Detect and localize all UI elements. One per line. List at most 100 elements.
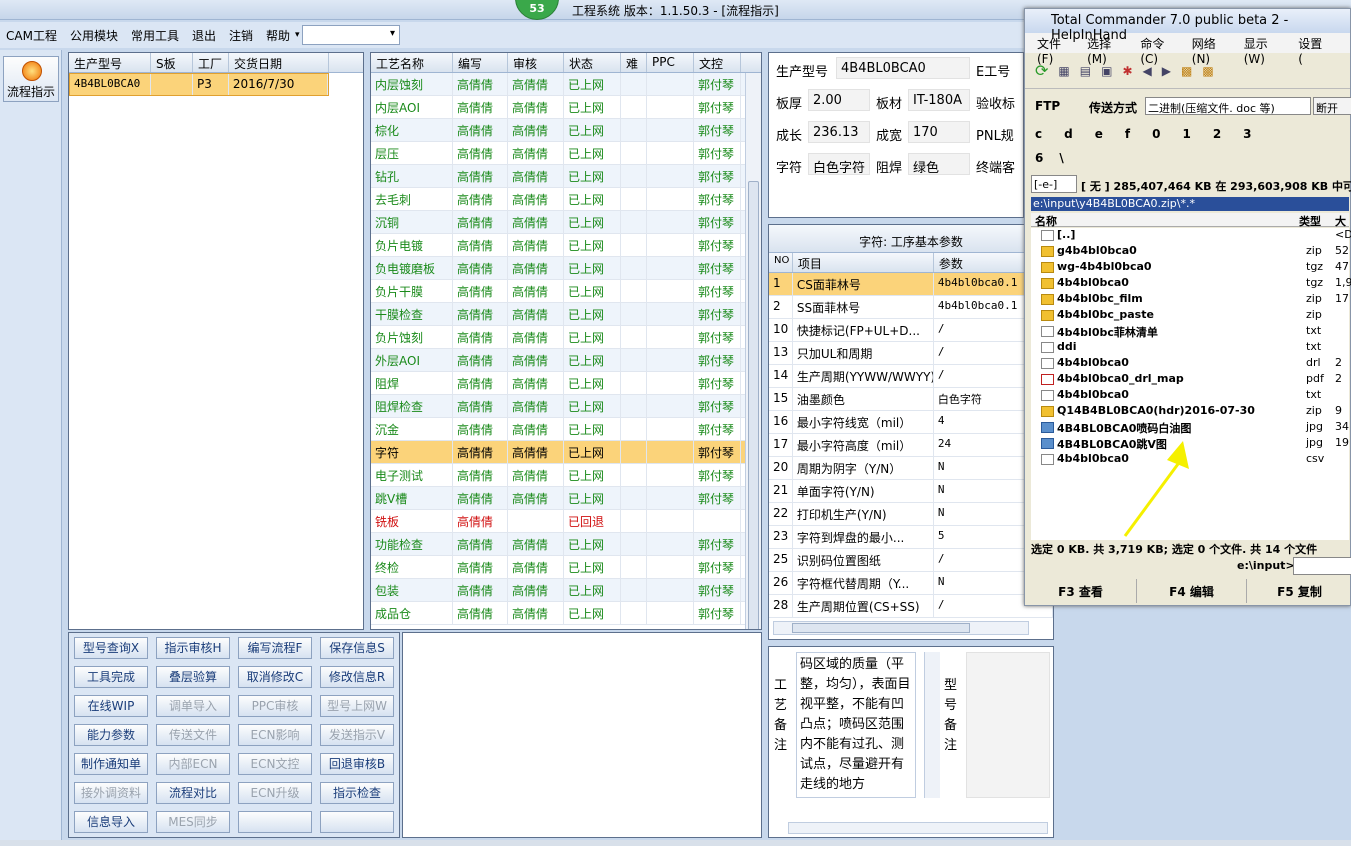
col-factory[interactable]: 工厂	[193, 53, 229, 72]
action-button[interactable]: 发送指示V	[320, 724, 394, 746]
cmd-input[interactable]	[1293, 557, 1351, 575]
action-button[interactable]: 指示检查	[320, 782, 394, 804]
action-button[interactable]: PPC审核	[238, 695, 312, 717]
scroll-thumb[interactable]	[748, 181, 759, 629]
table-row[interactable]: 包装 高倩倩 高倩倩 已上网 郭付琴	[371, 579, 761, 602]
table-row[interactable]: 跳V槽 高倩倩 高倩倩 已上网 郭付琴	[371, 487, 761, 510]
table-row[interactable]: 成品仓 高倩倩 高倩倩 已上网 郭付琴	[371, 602, 761, 625]
action-button[interactable]: 传送文件	[156, 724, 230, 746]
f4-edit-button[interactable]: F4 编辑	[1137, 579, 1247, 603]
action-button[interactable]: 工具完成	[74, 666, 148, 688]
action-button[interactable]	[320, 811, 394, 833]
table-row[interactable]: 13 只加UL和周期 /	[769, 342, 1053, 365]
notes-text[interactable]: 码区域的质量（平整，均匀），表面目视平整，不能有凹凸点；喷码区范围内不能有过孔、…	[796, 652, 916, 798]
table-row[interactable]: 字符 高倩倩 高倩倩 已上网 郭付琴	[371, 441, 761, 464]
action-button[interactable]: ECN影响	[238, 724, 312, 746]
col-ppc[interactable]: PPC	[647, 53, 694, 72]
action-button[interactable]: MES同步	[156, 811, 230, 833]
action-button[interactable]: 接外调资料	[74, 782, 148, 804]
action-button[interactable]: 型号查询X	[74, 637, 148, 659]
col-writer[interactable]: 编写	[453, 53, 508, 72]
menu-logout[interactable]: 注销	[229, 27, 253, 44]
col-process[interactable]: 工艺名称	[371, 53, 453, 72]
table-row[interactable]: 干膜检查 高倩倩 高倩倩 已上网 郭付琴	[371, 303, 761, 326]
table-row[interactable]: 2 SS面菲林号 4b4bl0bca0.1	[769, 296, 1053, 319]
table-row[interactable]: 10 快捷标记(FP+UL+D... /	[769, 319, 1053, 342]
action-button[interactable]: 回退审核B	[320, 753, 394, 775]
action-button[interactable]: 内部ECN	[156, 753, 230, 775]
col-model[interactable]: 生产型号	[69, 53, 151, 72]
table-row[interactable]: 15 油墨颜色 白色字符	[769, 388, 1053, 411]
menu-help[interactable]: 帮助	[266, 27, 290, 44]
table-row[interactable]: 阻焊 高倩倩 高倩倩 已上网 郭付琴	[371, 372, 761, 395]
notes-scrollbar[interactable]	[924, 652, 940, 798]
table-row[interactable]: 负电镀磨板 高倩倩 高倩倩 已上网 郭付琴	[371, 257, 761, 280]
action-button[interactable]: 制作通知单	[74, 753, 148, 775]
table-row[interactable]: 层压 高倩倩 高倩倩 已上网 郭付琴	[371, 142, 761, 165]
action-button[interactable]: 保存信息S	[320, 637, 394, 659]
table-row[interactable]: 负片蚀刻 高倩倩 高倩倩 已上网 郭付琴	[371, 326, 761, 349]
menu-cam[interactable]: CAM工程	[6, 27, 57, 44]
table-row[interactable]: 去毛刺 高倩倩 高倩倩 已上网 郭付琴	[371, 188, 761, 211]
col-reviewer[interactable]: 审核	[508, 53, 564, 72]
toolbar-combo[interactable]	[302, 25, 400, 45]
table-row[interactable]: 沉金 高倩倩 高倩倩 已上网 郭付琴	[371, 418, 761, 441]
model-field[interactable]: 4B4BL0BCA0	[836, 57, 970, 79]
table-row[interactable]: 25 识别码位置图纸 /	[769, 549, 1053, 572]
table-row[interactable]: 钻孔 高倩倩 高倩倩 已上网 郭付琴	[371, 165, 761, 188]
mask-field[interactable]: 绿色	[908, 153, 970, 176]
table-row[interactable]: 铣板 高倩倩 已回退	[371, 510, 761, 533]
action-button[interactable]: 取消修改C	[238, 666, 312, 688]
table-row[interactable]: 终检 高倩倩 高倩倩 已上网 郭付琴	[371, 556, 761, 579]
table-row[interactable]: 阻焊检查 高倩倩 高倩倩 已上网 郭付琴	[371, 395, 761, 418]
thick-field[interactable]: 2.00	[808, 89, 870, 111]
action-button[interactable]: 编写流程F	[238, 637, 312, 659]
table-row[interactable]: 内层蚀刻 高倩倩 高倩倩 已上网 郭付琴	[371, 73, 761, 96]
f5-copy-button[interactable]: F5 复制	[1247, 579, 1351, 603]
action-button[interactable]: ECN升级	[238, 782, 312, 804]
menu-tools[interactable]: 常用工具	[131, 27, 179, 44]
action-button[interactable]: 修改信息R	[320, 666, 394, 688]
length-field[interactable]: 236.13	[808, 121, 870, 143]
table-row[interactable]: 16 最小字符线宽（mil） 4	[769, 411, 1053, 434]
f3-view-button[interactable]: F3 查看	[1025, 579, 1137, 603]
table-row[interactable]: 26 字符框代替周期（Y... N	[769, 572, 1053, 595]
table-row[interactable]: 21 单面字符(Y/N) N	[769, 480, 1053, 503]
col-status[interactable]: 状态	[564, 53, 621, 72]
chevron-down-icon[interactable]: ▾	[295, 30, 300, 40]
menu-exit[interactable]: 退出	[192, 27, 216, 44]
action-button[interactable]: ECN文控	[238, 753, 312, 775]
table-row[interactable]: 1 CS面菲林号 4b4bl0bca0.1	[769, 273, 1053, 296]
char-field[interactable]: 白色字符	[808, 153, 870, 176]
table-row[interactable]: 电子测试 高倩倩 高倩倩 已上网 郭付琴	[371, 464, 761, 487]
table-row[interactable]: 功能检查 高倩倩 高倩倩 已上网 郭付琴	[371, 533, 761, 556]
table-row[interactable]: 14 生产周期(YYWW/WWYY) /	[769, 365, 1053, 388]
action-button[interactable]: 流程对比	[156, 782, 230, 804]
width-field[interactable]: 170	[908, 121, 970, 143]
action-button[interactable]: 能力参数	[74, 724, 148, 746]
table-row[interactable]: 负片干膜 高倩倩 高倩倩 已上网 郭付琴	[371, 280, 761, 303]
table-row[interactable]: 负片电镀 高倩倩 高倩倩 已上网 郭付琴	[371, 234, 761, 257]
table-row[interactable]: 20 周期为阴字（Y/N） N	[769, 457, 1053, 480]
action-button[interactable]: 叠层验算	[156, 666, 230, 688]
action-button[interactable]: 在线WIP	[74, 695, 148, 717]
col-doc-control[interactable]: 文控	[694, 53, 741, 72]
process-scrollbar[interactable]	[745, 73, 761, 629]
table-row[interactable]: 17 最小字符高度（mil） 24	[769, 434, 1053, 457]
action-button[interactable]: 指示审核H	[156, 637, 230, 659]
table-row[interactable]: 28 生产周期位置(CS+SS) /	[769, 595, 1053, 618]
action-button[interactable]: 调单导入	[156, 695, 230, 717]
table-row[interactable]: 内层AOI 高倩倩 高倩倩 已上网 郭付琴	[371, 96, 761, 119]
material-field[interactable]: IT-180A	[908, 89, 970, 111]
notes-hscroll[interactable]	[788, 822, 1048, 834]
col-difficulty[interactable]: 难	[621, 53, 647, 72]
table-row[interactable]: 23 字符到焊盘的最小... 5	[769, 526, 1053, 549]
table-row[interactable]: 4B4BL0BCA0 P3 2016/7/30	[69, 73, 329, 96]
table-row[interactable]: 外层AOI 高倩倩 高倩倩 已上网 郭付琴	[371, 349, 761, 372]
table-row[interactable]: 沉铜 高倩倩 高倩倩 已上网 郭付琴	[371, 211, 761, 234]
action-button[interactable]: 信息导入	[74, 811, 148, 833]
col-date[interactable]: 交货日期	[229, 53, 329, 72]
params-hscroll[interactable]	[773, 621, 1029, 635]
table-row[interactable]: 22 打印机生产(Y/N) N	[769, 503, 1053, 526]
model-notes-field[interactable]	[966, 652, 1050, 798]
